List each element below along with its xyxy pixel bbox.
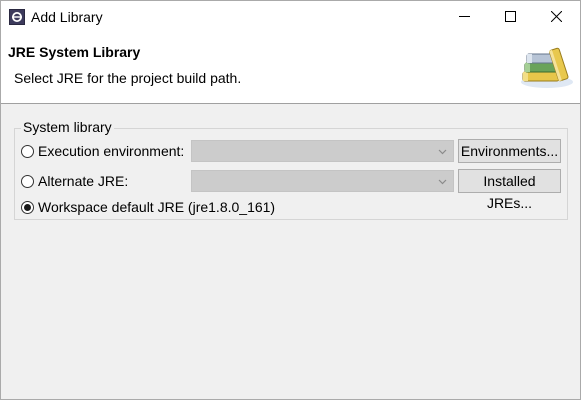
- library-books-icon: [521, 47, 573, 88]
- page-title: JRE System Library: [8, 44, 141, 60]
- alternate-jre-radio[interactable]: [21, 174, 34, 188]
- group-label: System library: [21, 119, 114, 135]
- maximize-button[interactable]: [487, 1, 533, 32]
- minimize-button[interactable]: [441, 1, 487, 32]
- installed-jres-button[interactable]: Installed JREs...: [458, 169, 561, 211]
- eclipse-app-icon: [9, 9, 25, 25]
- execution-environment-label: Execution environment:: [38, 143, 185, 159]
- minimize-icon: [458, 16, 470, 17]
- workspace-default-jre-option[interactable]: Workspace default JRE (jre1.8.0_161): [21, 197, 275, 217]
- page-description: Select JRE for the project build path.: [14, 70, 242, 86]
- window-title: Add Library: [31, 9, 103, 25]
- environments-button[interactable]: Environments...: [458, 139, 561, 163]
- execution-environment-combo[interactable]: [191, 140, 454, 162]
- alternate-jre-option[interactable]: Alternate JRE:: [21, 171, 128, 191]
- wizard-header: JRE System Library Select JRE for the pr…: [1, 32, 580, 104]
- workspace-default-jre-radio[interactable]: [21, 200, 34, 214]
- workspace-default-jre-label: Workspace default JRE (jre1.8.0_161): [38, 199, 276, 215]
- add-library-dialog: Add Library JRE System Library Select JR…: [0, 0, 581, 400]
- close-icon: [550, 11, 562, 22]
- chevron-down-icon: [438, 179, 447, 185]
- alternate-jre-label: Alternate JRE:: [38, 173, 129, 189]
- close-button[interactable]: [533, 1, 579, 32]
- maximize-icon: [504, 11, 516, 22]
- dialog-content: System library Execution environment: En…: [1, 104, 580, 399]
- execution-environment-radio[interactable]: [21, 144, 34, 158]
- execution-environment-option[interactable]: Execution environment:: [21, 141, 184, 161]
- chevron-down-icon: [438, 149, 447, 155]
- title-bar[interactable]: Add Library: [1, 1, 580, 32]
- alternate-jre-combo[interactable]: [191, 170, 454, 192]
